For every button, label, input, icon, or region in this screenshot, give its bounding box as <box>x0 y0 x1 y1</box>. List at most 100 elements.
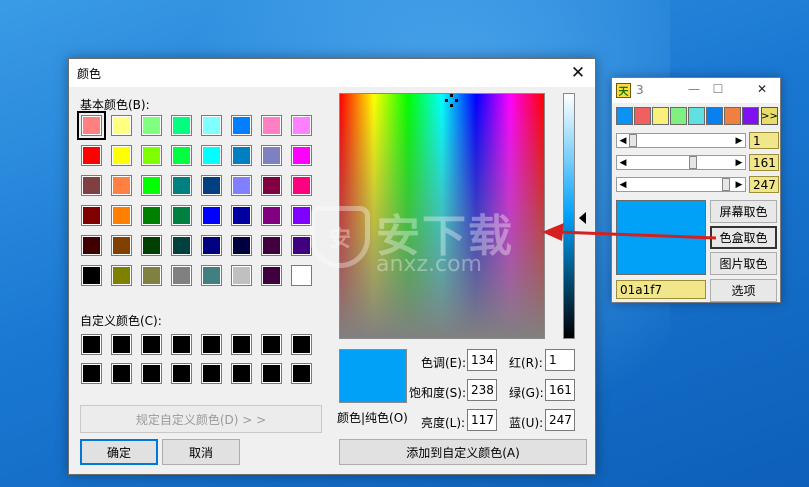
green-field[interactable]: 161 <box>545 379 575 401</box>
basic-color-swatch[interactable] <box>141 205 162 226</box>
custom-color-swatch[interactable] <box>201 363 222 384</box>
ok-button[interactable]: 确定 <box>80 439 158 465</box>
custom-color-swatch[interactable] <box>81 334 102 355</box>
basic-color-swatch[interactable] <box>231 235 252 256</box>
slider-right-arrow-icon[interactable]: ▶ <box>733 178 745 191</box>
basic-color-swatch[interactable] <box>291 205 312 226</box>
custom-color-swatch[interactable] <box>201 334 222 355</box>
basic-color-swatch[interactable] <box>81 205 102 226</box>
basic-color-swatch[interactable] <box>141 265 162 286</box>
tool-close-icon[interactable]: ✕ <box>752 82 772 96</box>
basic-color-swatch[interactable] <box>261 175 282 196</box>
tool-titlebar[interactable]: 天 3 — ☐ ✕ <box>612 78 780 103</box>
basic-color-swatch[interactable] <box>231 145 252 166</box>
basic-color-swatch[interactable] <box>231 175 252 196</box>
custom-color-swatch[interactable] <box>171 334 192 355</box>
red-slider[interactable]: ◀ ▶ <box>616 133 746 148</box>
tool-color-swatch[interactable] <box>670 107 687 125</box>
color-spectrum[interactable] <box>339 93 545 339</box>
basic-color-swatch[interactable] <box>171 175 192 196</box>
dialog-titlebar[interactable]: 颜色 ✕ <box>69 59 595 87</box>
basic-color-swatch[interactable] <box>201 205 222 226</box>
custom-color-swatch[interactable] <box>171 363 192 384</box>
tool-color-swatch[interactable] <box>742 107 759 125</box>
red-field[interactable]: 1 <box>545 349 575 371</box>
basic-color-swatch[interactable] <box>231 205 252 226</box>
basic-color-swatch[interactable] <box>201 145 222 166</box>
maximize-icon[interactable]: ☐ <box>708 82 728 96</box>
basic-color-swatch[interactable] <box>171 145 192 166</box>
custom-color-swatch[interactable] <box>111 363 132 384</box>
basic-color-swatch[interactable] <box>171 115 192 136</box>
basic-color-swatch[interactable] <box>81 145 102 166</box>
custom-color-swatch[interactable] <box>291 334 312 355</box>
saturation-field[interactable]: 238 <box>467 379 497 401</box>
custom-color-swatch[interactable] <box>81 363 102 384</box>
basic-color-swatch[interactable] <box>111 115 132 136</box>
basic-color-swatch[interactable] <box>261 205 282 226</box>
basic-color-swatch[interactable] <box>291 235 312 256</box>
slider-right-arrow-icon[interactable]: ▶ <box>733 156 745 169</box>
slider-thumb[interactable] <box>689 156 697 169</box>
basic-color-swatch[interactable] <box>231 115 252 136</box>
blue-value[interactable]: 247 <box>749 176 779 193</box>
basic-color-swatch[interactable] <box>111 205 132 226</box>
add-to-custom-colors-button[interactable]: 添加到自定义颜色(A) <box>339 439 587 465</box>
slider-left-arrow-icon[interactable]: ◀ <box>617 156 629 169</box>
green-value[interactable]: 161 <box>749 154 779 171</box>
basic-color-swatch[interactable] <box>171 235 192 256</box>
basic-color-swatch[interactable] <box>141 145 162 166</box>
basic-color-swatch[interactable] <box>111 235 132 256</box>
custom-color-swatch[interactable] <box>111 334 132 355</box>
custom-color-swatch[interactable] <box>141 363 162 384</box>
custom-color-swatch[interactable] <box>231 363 252 384</box>
basic-color-swatch[interactable] <box>261 235 282 256</box>
basic-color-swatch[interactable] <box>111 265 132 286</box>
hex-value[interactable]: 01a1f7 <box>616 280 706 299</box>
hue-field[interactable]: 134 <box>467 349 497 371</box>
basic-color-swatch[interactable] <box>261 115 282 136</box>
slider-left-arrow-icon[interactable]: ◀ <box>617 134 629 147</box>
tool-color-swatch[interactable] <box>688 107 705 125</box>
custom-color-swatch[interactable] <box>231 334 252 355</box>
basic-color-swatch[interactable] <box>291 265 312 286</box>
blue-field[interactable]: 247 <box>545 409 575 431</box>
define-custom-colors-button[interactable]: 规定自定义颜色(D) > > <box>80 405 322 433</box>
basic-color-swatch[interactable] <box>77 111 106 140</box>
luminosity-bar[interactable] <box>563 93 575 339</box>
minimize-icon[interactable]: — <box>684 82 704 96</box>
blue-slider[interactable]: ◀ ▶ <box>616 177 746 192</box>
custom-color-swatch[interactable] <box>291 363 312 384</box>
image-pick-button[interactable]: 图片取色 <box>710 252 777 275</box>
screen-pick-button[interactable]: 屏幕取色 <box>710 200 777 223</box>
basic-color-swatch[interactable] <box>201 115 222 136</box>
custom-color-swatch[interactable] <box>141 334 162 355</box>
basic-color-swatch[interactable] <box>291 175 312 196</box>
basic-color-swatch[interactable] <box>261 265 282 286</box>
tool-color-swatch[interactable] <box>652 107 669 125</box>
basic-color-swatch[interactable] <box>291 115 312 136</box>
tool-color-swatch[interactable] <box>634 107 651 125</box>
basic-color-swatch[interactable] <box>171 205 192 226</box>
options-button[interactable]: 选项 <box>710 279 777 302</box>
slider-left-arrow-icon[interactable]: ◀ <box>617 178 629 191</box>
basic-color-swatch[interactable] <box>201 235 222 256</box>
custom-color-swatch[interactable] <box>261 334 282 355</box>
close-icon[interactable]: ✕ <box>561 59 595 87</box>
custom-color-swatch[interactable] <box>261 363 282 384</box>
basic-color-swatch[interactable] <box>141 115 162 136</box>
basic-color-swatch[interactable] <box>81 175 102 196</box>
tool-color-swatch[interactable] <box>724 107 741 125</box>
basic-color-swatch[interactable] <box>291 145 312 166</box>
basic-color-swatch[interactable] <box>81 265 102 286</box>
basic-color-swatch[interactable] <box>111 175 132 196</box>
basic-color-swatch[interactable] <box>171 265 192 286</box>
cancel-button[interactable]: 取消 <box>162 439 240 465</box>
basic-color-swatch[interactable] <box>201 175 222 196</box>
box-pick-button[interactable]: 色盒取色 <box>710 226 777 249</box>
tool-color-swatch[interactable] <box>616 107 633 125</box>
red-value[interactable]: 1 <box>749 132 779 149</box>
green-slider[interactable]: ◀ ▶ <box>616 155 746 170</box>
basic-color-swatch[interactable] <box>141 175 162 196</box>
basic-color-swatch[interactable] <box>231 265 252 286</box>
